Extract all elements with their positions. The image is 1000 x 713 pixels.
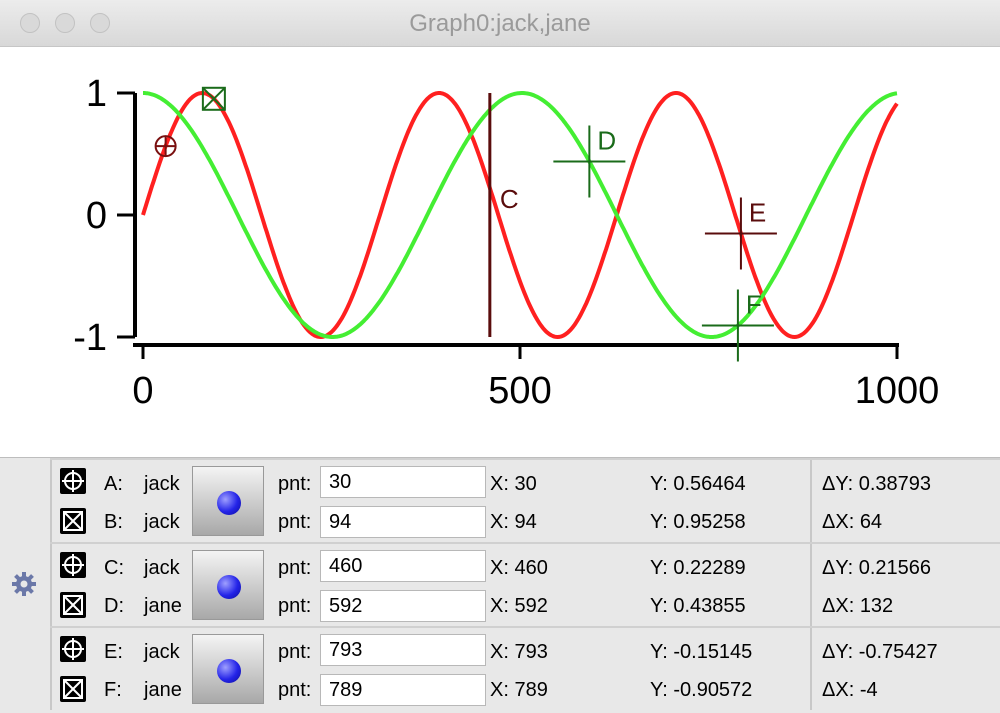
delta-value: ΔY: -0.75427	[822, 641, 938, 663]
box-cross-icon[interactable]	[60, 676, 86, 702]
y-value: Y: 0.95258	[650, 511, 746, 533]
x-value: X: 30	[490, 473, 537, 495]
trace-name: jack	[144, 641, 180, 663]
y-tick-label: 0	[86, 195, 107, 237]
trace-name: jack	[144, 557, 180, 579]
graph-svg[interactable]: 1 0 -1 0 500 1000 C D E F	[0, 47, 1000, 457]
cursor-label: E	[749, 197, 766, 227]
delta-value: ΔX: -4	[822, 679, 878, 701]
y-value: Y: 0.56464	[650, 473, 746, 495]
title-bar: Graph0:jack,jane	[0, 0, 1000, 47]
series-line-jane	[142, 91, 898, 339]
delta-value: ΔY: 0.38793	[822, 473, 932, 495]
pnt-label: pnt:	[278, 679, 312, 701]
cursor-info-panel: A: jack pnt: X: 30 Y: 0.56464 ΔY: 0.3879…	[0, 457, 1000, 713]
x-tick-label: 1000	[855, 370, 940, 412]
pnt-label: pnt:	[278, 595, 312, 617]
cursor-row: F: jane pnt: X: 789 Y: -0.90572 ΔX: -4	[50, 670, 1000, 710]
cursor-row: D: jane pnt: X: 592 Y: 0.43855 ΔX: 132	[50, 586, 1000, 626]
cursor-pair-group: E: jack pnt: X: 793 Y: -0.15145 ΔY: -0.7…	[50, 626, 1000, 712]
pnt-label: pnt:	[278, 557, 312, 579]
box-cross-icon[interactable]	[60, 592, 86, 618]
pnt-field[interactable]	[320, 634, 486, 666]
cursor-d: D	[553, 125, 626, 198]
cursor-a	[154, 135, 177, 158]
delta-value: ΔY: 0.21566	[822, 557, 932, 579]
x-tick-label: 0	[132, 370, 153, 412]
x-value: X: 592	[490, 595, 548, 617]
cursor-letter: A:	[104, 473, 123, 495]
cursor-b	[201, 86, 226, 111]
delta-value: ΔX: 64	[822, 511, 883, 533]
cursor-e: E	[704, 197, 777, 270]
series-line-jack	[141, 91, 899, 339]
pnt-label: pnt:	[278, 641, 312, 663]
cursor-letter: D:	[104, 595, 124, 617]
cursor-pair-group: A: jack pnt: X: 30 Y: 0.56464 ΔY: 0.3879…	[50, 458, 1000, 544]
cursor-label: F	[746, 289, 762, 319]
cursor-label: C	[500, 184, 519, 214]
gear-icon[interactable]	[10, 570, 38, 598]
cursor-c: C	[488, 93, 519, 337]
pnt-label: pnt:	[278, 473, 312, 495]
x-value: X: 793	[490, 641, 548, 663]
delta-value: ΔX: 132	[822, 595, 894, 617]
pnt-field[interactable]	[320, 550, 486, 582]
cursor-letter: E:	[104, 641, 123, 663]
circle-cross-icon[interactable]	[60, 636, 86, 662]
cursor-label: D	[597, 125, 616, 155]
y-tick-label: 1	[86, 73, 107, 115]
trace-name: jack	[144, 511, 180, 533]
pnt-field[interactable]	[320, 590, 486, 622]
pnt-field[interactable]	[320, 466, 486, 498]
box-cross-icon[interactable]	[60, 508, 86, 534]
graph-area[interactable]: 1 0 -1 0 500 1000 C D E F	[0, 47, 1000, 457]
trace-name: jack	[144, 473, 180, 495]
y-value: Y: -0.90572	[650, 679, 753, 701]
window-title: Graph0:jack,jane	[409, 10, 591, 37]
trace-name: jane	[144, 679, 182, 701]
cursor-row: A: jack pnt: X: 30 Y: 0.56464 ΔY: 0.3879…	[50, 462, 1000, 502]
circle-cross-icon[interactable]	[60, 552, 86, 578]
y-value: Y: 0.43855	[650, 595, 746, 617]
y-tick-label: -1	[73, 317, 107, 359]
cursor-row: B: jack pnt: X: 94 Y: 0.95258 ΔX: 64	[50, 502, 1000, 542]
x-value: X: 94	[490, 511, 537, 533]
y-value: Y: -0.15145	[650, 641, 753, 663]
cursor-row: E: jack pnt: X: 793 Y: -0.15145 ΔY: -0.7…	[50, 630, 1000, 670]
x-value: X: 460	[490, 557, 548, 579]
cursor-row: C: jack pnt: X: 460 Y: 0.22289 ΔY: 0.215…	[50, 546, 1000, 586]
pnt-field[interactable]	[320, 674, 486, 706]
info-panel-sidebar	[0, 458, 48, 713]
circle-cross-icon[interactable]	[60, 468, 86, 494]
cursor-letter: C:	[104, 557, 124, 579]
cursor-pair-group: C: jack pnt: X: 460 Y: 0.22289 ΔY: 0.215…	[50, 542, 1000, 628]
cursor-letter: F:	[104, 679, 122, 701]
pnt-label: pnt:	[278, 511, 312, 533]
pnt-field[interactable]	[320, 506, 486, 538]
trace-name: jane	[144, 595, 182, 617]
x-value: X: 789	[490, 679, 548, 701]
x-tick-label: 500	[488, 370, 551, 412]
y-value: Y: 0.22289	[650, 557, 746, 579]
cursor-letter: B:	[104, 511, 123, 533]
